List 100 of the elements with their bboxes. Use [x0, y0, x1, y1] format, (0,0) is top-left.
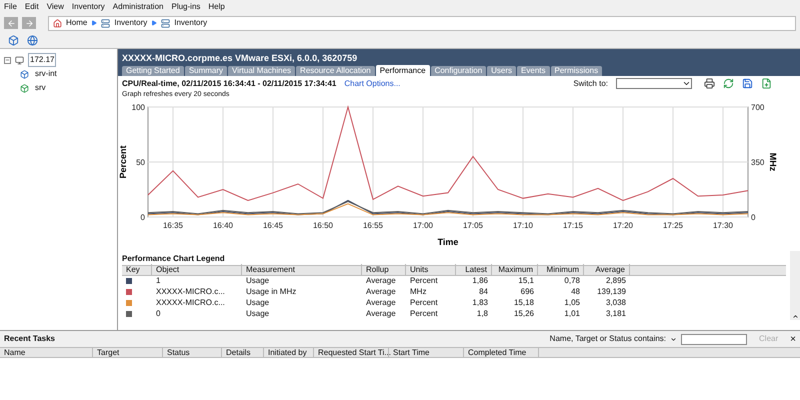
refresh-icon[interactable]	[723, 78, 734, 89]
y-tick-label: 0	[140, 212, 145, 222]
chart-heading: CPU/Real-time, 02/11/2015 16:34:41 - 02/11/2015 17:34:41	[122, 78, 336, 90]
table-cell-text: 1,05	[563, 297, 581, 309]
column-header[interactable]: Key	[122, 264, 152, 276]
table-cell-text: Usage	[245, 275, 270, 287]
table-cell-text: 1,86	[471, 275, 489, 287]
column-header[interactable]: Average	[584, 264, 630, 276]
table-cell-text: XXXXX-MICRO.c...	[155, 286, 226, 298]
x-tick-label: 17:10	[512, 220, 534, 230]
y-tick-label: 100	[132, 102, 145, 112]
x-tick-label: 17:05	[462, 220, 484, 230]
tree-item[interactable]: 172.17	[28, 53, 56, 67]
table-cell-text: 15,18	[512, 297, 535, 309]
column-header[interactable]: Object	[152, 264, 242, 276]
menu-item[interactable]: Edit	[24, 1, 39, 13]
filter-label[interactable]: Name, Target or Status contains:	[550, 333, 666, 345]
x-tick-label: 16:50	[312, 220, 334, 230]
switch-label: Switch to:	[573, 78, 608, 90]
menu-item[interactable]: Administration	[112, 1, 164, 13]
server-icon	[101, 18, 110, 28]
table-cell-text: Usage	[245, 308, 270, 320]
x-tick-label: 16:45	[262, 220, 284, 230]
y-axis-label: Percent	[118, 144, 128, 178]
table-cell-text: 0	[155, 308, 162, 320]
table-cell-text: MHz	[409, 286, 428, 298]
table-cell-text: 1,83	[471, 297, 489, 309]
collapse-toggle[interactable]	[4, 56, 11, 64]
menu-item[interactable]: View	[46, 1, 64, 13]
menu-item[interactable]: File	[4, 1, 17, 13]
chart-options-link[interactable]: Chart Options...	[344, 78, 400, 90]
tab[interactable]: Performance	[376, 65, 430, 76]
menu-item[interactable]: Inventory	[72, 1, 105, 13]
scroll-up-icon[interactable]	[792, 312, 798, 320]
table-cell-text: 1	[155, 275, 162, 287]
table-cell-text: Average	[365, 275, 397, 287]
right-tick-label: 350	[751, 158, 764, 166]
filter-field[interactable]	[681, 334, 748, 344]
column-header[interactable]: Latest	[456, 264, 492, 276]
column-header[interactable]: Units	[406, 264, 456, 276]
breadcrumb-link[interactable]: Inventory	[114, 17, 148, 29]
host-title: XXXXX-MICRO.corpme.es VMware ESXi, 6.0.0, 3620759	[121, 52, 358, 65]
table-cell-text: 15,1	[517, 275, 535, 287]
close-button[interactable]: ×	[790, 332, 796, 346]
table-cell-text: 0,78	[563, 275, 581, 287]
triangle-icon	[151, 20, 158, 26]
breadcrumb-link[interactable]: Home	[66, 17, 88, 29]
menu-item[interactable]: Plug-ins	[171, 1, 200, 13]
table-cell-text: Average	[365, 297, 397, 309]
switch-dropdown[interactable]	[616, 78, 692, 89]
panel-title: Recent Tasks	[4, 333, 56, 345]
table-cell-text: Usage in MHz	[245, 286, 298, 298]
server-icon	[161, 18, 170, 28]
right-axis-label: MHz	[768, 152, 778, 171]
dropdown-icon[interactable]	[670, 336, 678, 342]
table-cell-text: Average	[365, 286, 397, 298]
x-tick-label: 16:35	[162, 220, 184, 230]
tree-item[interactable]: srv-int	[33, 67, 59, 81]
table-cell-text: 1,8	[476, 308, 489, 320]
host-icon	[15, 56, 24, 64]
table-cell-text: 3,038	[604, 297, 627, 309]
triangle-icon	[91, 20, 98, 26]
new-window-icon[interactable]	[761, 78, 772, 89]
table-cell-text: 696	[520, 286, 535, 298]
column-header[interactable]: Minimum	[538, 264, 584, 276]
x-tick-label: 17:15	[562, 220, 584, 230]
globe-icon[interactable]	[27, 34, 38, 46]
x-tick-label: 17:00	[412, 220, 434, 230]
table-cell-text: Percent	[409, 308, 439, 320]
home-icon	[53, 18, 62, 28]
y-tick-label: 50	[136, 158, 145, 166]
save-icon[interactable]	[742, 78, 753, 89]
legend-title: Performance Chart Legend	[121, 252, 226, 264]
column-header[interactable]: Maximum	[492, 264, 538, 276]
x-axis-label: Time	[438, 236, 458, 246]
table-cell-text: 15,26	[512, 308, 535, 320]
menu-item[interactable]: Help	[208, 1, 225, 13]
breadcrumb-link[interactable]: Inventory	[174, 17, 208, 29]
forward-arrow-icon	[24, 18, 34, 28]
tree-item[interactable]: srv	[33, 81, 48, 95]
print-icon[interactable]	[704, 78, 715, 89]
x-tick-label: 16:55	[362, 220, 384, 230]
x-tick-label: 17:20	[612, 220, 634, 230]
table-cell-text: 2,895	[604, 275, 627, 287]
table-cell-text: 48	[570, 286, 581, 298]
back-arrow-icon	[6, 18, 16, 28]
column-header[interactable]: Measurement	[242, 264, 362, 276]
table-cell-text: 84	[478, 286, 489, 298]
column-header[interactable]: Rollup	[362, 264, 406, 276]
table-cell-text: 139,139	[596, 286, 627, 298]
x-tick-label: 17:25	[662, 220, 684, 230]
table-cell-text: XXXXX-MICRO.c...	[155, 297, 226, 309]
table-cell-text: 1,01	[563, 308, 581, 320]
right-tick-label: 700	[751, 102, 764, 112]
table-cell-text: Average	[365, 308, 397, 320]
x-tick-label: 17:30	[712, 220, 734, 230]
table-cell-text: Usage	[245, 297, 270, 309]
table-cell-text: Percent	[409, 297, 439, 309]
right-tick-label: 0	[751, 212, 756, 222]
x-tick-label: 16:40	[212, 220, 234, 230]
